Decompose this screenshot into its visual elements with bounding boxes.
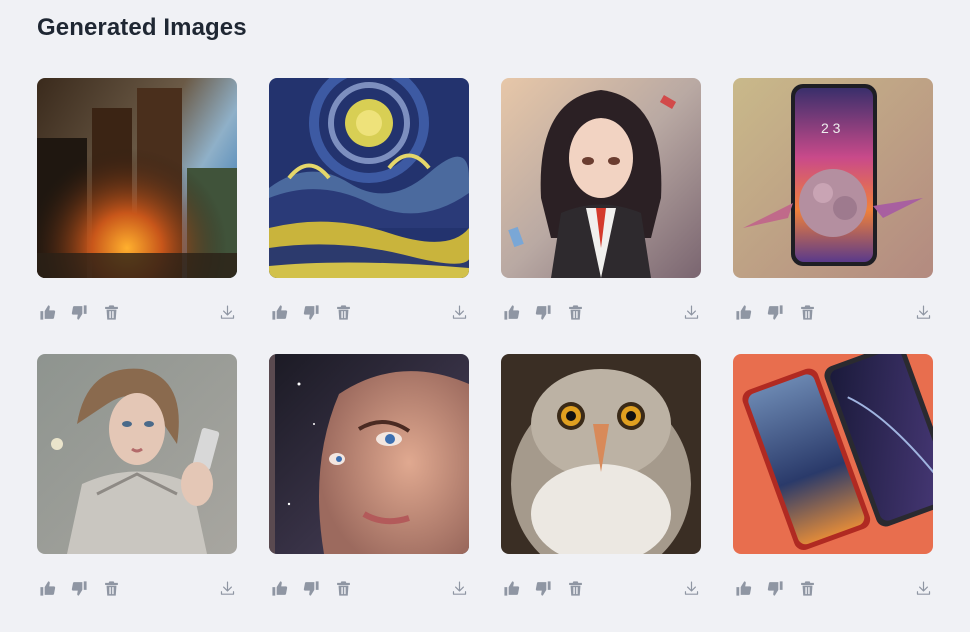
- thumbs-up-icon[interactable]: [269, 302, 289, 322]
- thumbs-down-icon[interactable]: [69, 578, 89, 598]
- trash-icon[interactable]: [333, 302, 353, 322]
- thumbs-down-icon[interactable]: [533, 302, 553, 322]
- thumbs-up-icon[interactable]: [501, 578, 521, 598]
- image-card: [269, 354, 469, 630]
- image-actions: [37, 302, 237, 322]
- generated-image[interactable]: [501, 78, 701, 278]
- trash-icon[interactable]: [333, 578, 353, 598]
- image-actions: [269, 302, 469, 322]
- trash-icon[interactable]: [797, 302, 817, 322]
- download-icon[interactable]: [449, 578, 469, 598]
- thumbs-down-icon[interactable]: [301, 302, 321, 322]
- image-actions: [733, 302, 933, 322]
- thumbs-up-icon[interactable]: [733, 302, 753, 322]
- image-card: [733, 354, 933, 630]
- image-actions: [269, 578, 469, 598]
- image-actions: [501, 578, 701, 598]
- image-actions: [37, 578, 237, 598]
- download-icon[interactable]: [681, 302, 701, 322]
- image-grid: 2 3: [37, 78, 933, 630]
- generated-image[interactable]: [37, 78, 237, 278]
- image-actions: [733, 578, 933, 598]
- trash-icon[interactable]: [565, 578, 585, 598]
- download-icon[interactable]: [217, 578, 237, 598]
- download-icon[interactable]: [913, 302, 933, 322]
- image-card: [37, 354, 237, 630]
- trash-icon[interactable]: [101, 578, 121, 598]
- thumbs-down-icon[interactable]: [765, 578, 785, 598]
- thumbs-up-icon[interactable]: [269, 578, 289, 598]
- thumbs-up-icon[interactable]: [501, 302, 521, 322]
- thumbs-down-icon[interactable]: [533, 578, 553, 598]
- generated-image[interactable]: 2 3: [733, 78, 933, 278]
- thumbs-up-icon[interactable]: [37, 578, 57, 598]
- download-icon[interactable]: [681, 578, 701, 598]
- image-card: 2 3: [733, 78, 933, 354]
- trash-icon[interactable]: [797, 578, 817, 598]
- thumbs-down-icon[interactable]: [301, 578, 321, 598]
- generated-image[interactable]: [733, 354, 933, 554]
- generated-image[interactable]: [501, 354, 701, 554]
- thumbs-up-icon[interactable]: [733, 578, 753, 598]
- image-card: [269, 78, 469, 354]
- download-icon[interactable]: [217, 302, 237, 322]
- trash-icon[interactable]: [565, 302, 585, 322]
- image-card: [501, 354, 701, 630]
- generated-image[interactable]: [269, 354, 469, 554]
- image-actions: [501, 302, 701, 322]
- image-card: [501, 78, 701, 354]
- image-card: [37, 78, 237, 354]
- generated-image[interactable]: [37, 354, 237, 554]
- thumbs-down-icon[interactable]: [69, 302, 89, 322]
- svg-text:2 3: 2 3: [821, 120, 841, 136]
- page-title: Generated Images: [37, 14, 247, 41]
- download-icon[interactable]: [913, 578, 933, 598]
- download-icon[interactable]: [449, 302, 469, 322]
- trash-icon[interactable]: [101, 302, 121, 322]
- generated-image[interactable]: [269, 78, 469, 278]
- thumbs-up-icon[interactable]: [37, 302, 57, 322]
- thumbs-down-icon[interactable]: [765, 302, 785, 322]
